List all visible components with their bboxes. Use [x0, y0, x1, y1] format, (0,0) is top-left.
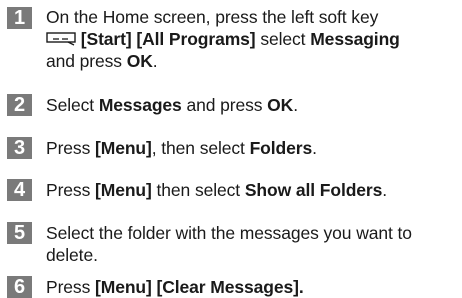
step-2-and-press: and press: [186, 95, 263, 115]
step-1-and-press: and press: [46, 51, 122, 71]
menu-key-label: [Menu]: [95, 138, 152, 158]
start-key-label: [Start]: [80, 29, 132, 49]
step-3-end: .: [312, 138, 317, 158]
step-3-press-word: Press: [46, 138, 91, 158]
menu-key-label: [Menu]: [95, 180, 152, 200]
step-4-press-word: Press: [46, 180, 91, 200]
step-number-badge: 5: [7, 222, 32, 244]
ok-label: OK: [267, 95, 294, 115]
step-text: Select Messages and press OK.: [46, 94, 460, 116]
step-1-line1: On the Home screen, press the left soft …: [46, 7, 379, 27]
folders-label: Folders: [249, 138, 313, 158]
step-2-select-word: Select: [46, 95, 95, 115]
step-6-end: .: [298, 277, 304, 297]
step-4-then-select: then select: [156, 180, 241, 200]
step-1-end: .: [152, 51, 158, 71]
ok-label: OK: [126, 51, 153, 71]
step-number-badge: 2: [7, 94, 32, 116]
step-text: Press [Menu] [Clear Messages].: [46, 276, 460, 298]
step-4-end: .: [382, 180, 388, 200]
step-3-then-select: , then select: [151, 138, 245, 158]
left-softkey-icon: [46, 32, 76, 46]
step-2-end: .: [293, 95, 298, 115]
menu-clear-messages-label: [Menu] [Clear Messages]: [95, 277, 299, 297]
step-number-badge: 4: [7, 179, 32, 201]
show-all-folders-label: Show all Folders: [244, 180, 383, 200]
step-text: On the Home screen, press the left soft …: [46, 6, 460, 72]
step-number-badge: 1: [7, 7, 32, 29]
step-1-select-word: select: [260, 29, 306, 49]
step-text: Press [Menu], then select Folders.: [46, 137, 460, 159]
messaging-label: Messaging: [310, 29, 400, 49]
step-6-press-word: Press: [46, 277, 91, 297]
step-text: Select the folder with the messages you …: [46, 223, 412, 265]
messages-label: Messages: [98, 95, 182, 115]
step-text: Press [Menu] then select Show all Folder…: [46, 179, 460, 201]
all-programs-label: [All Programs]: [136, 29, 256, 49]
step-number-badge: 6: [7, 276, 32, 298]
step-number-badge: 3: [7, 137, 32, 159]
